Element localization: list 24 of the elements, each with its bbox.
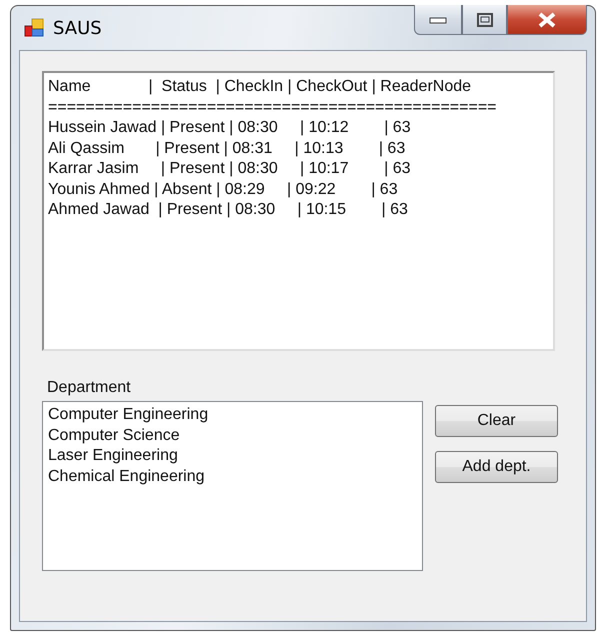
department-list[interactable]: Computer Engineering Computer Science Laser Engineering Chemical Engineering xyxy=(42,401,423,571)
add-button[interactable]: Add dept. xyxy=(435,451,558,483)
department-item[interactable]: Computer Engineering xyxy=(48,405,417,426)
restore-icon xyxy=(476,12,492,26)
department-item[interactable]: Chemical Engineering xyxy=(48,466,417,487)
report-line: ================================================ xyxy=(48,98,498,118)
close-icon xyxy=(537,12,557,28)
report-textbox[interactable] xyxy=(42,71,555,351)
report-line: Hussein Jawad | Present | 08:30 | 10:12 | 63 xyxy=(48,118,412,138)
report-line: Ahmed Jawad | Present | 08:30 | 10:15 | 63 xyxy=(48,200,409,220)
department-label: Department xyxy=(46,379,132,397)
minimize-button[interactable] xyxy=(414,5,462,35)
app-icon xyxy=(23,17,45,39)
maximize-button[interactable] xyxy=(462,5,507,35)
report-line: Ali Qassim | Present | 08:31 | 10:13 | 63 xyxy=(48,138,406,158)
clear-button[interactable]: Clear xyxy=(435,405,558,437)
report-line: Karrar Jasim | Present | 08:30 | 10:17 | 63 xyxy=(48,159,412,179)
department-item[interactable]: Computer Science xyxy=(48,426,417,446)
close-button[interactable] xyxy=(507,5,587,35)
report-line: Younis Ahmed | Absent | 08:29 | 09:22 | 63 xyxy=(48,180,399,200)
window-title: SAUS xyxy=(53,18,102,38)
department-item[interactable]: Laser Engineering xyxy=(48,446,417,466)
report-line: Name | Status | CheckIn | CheckOut | ReaderNode xyxy=(48,77,472,97)
minimize-icon xyxy=(429,16,447,24)
